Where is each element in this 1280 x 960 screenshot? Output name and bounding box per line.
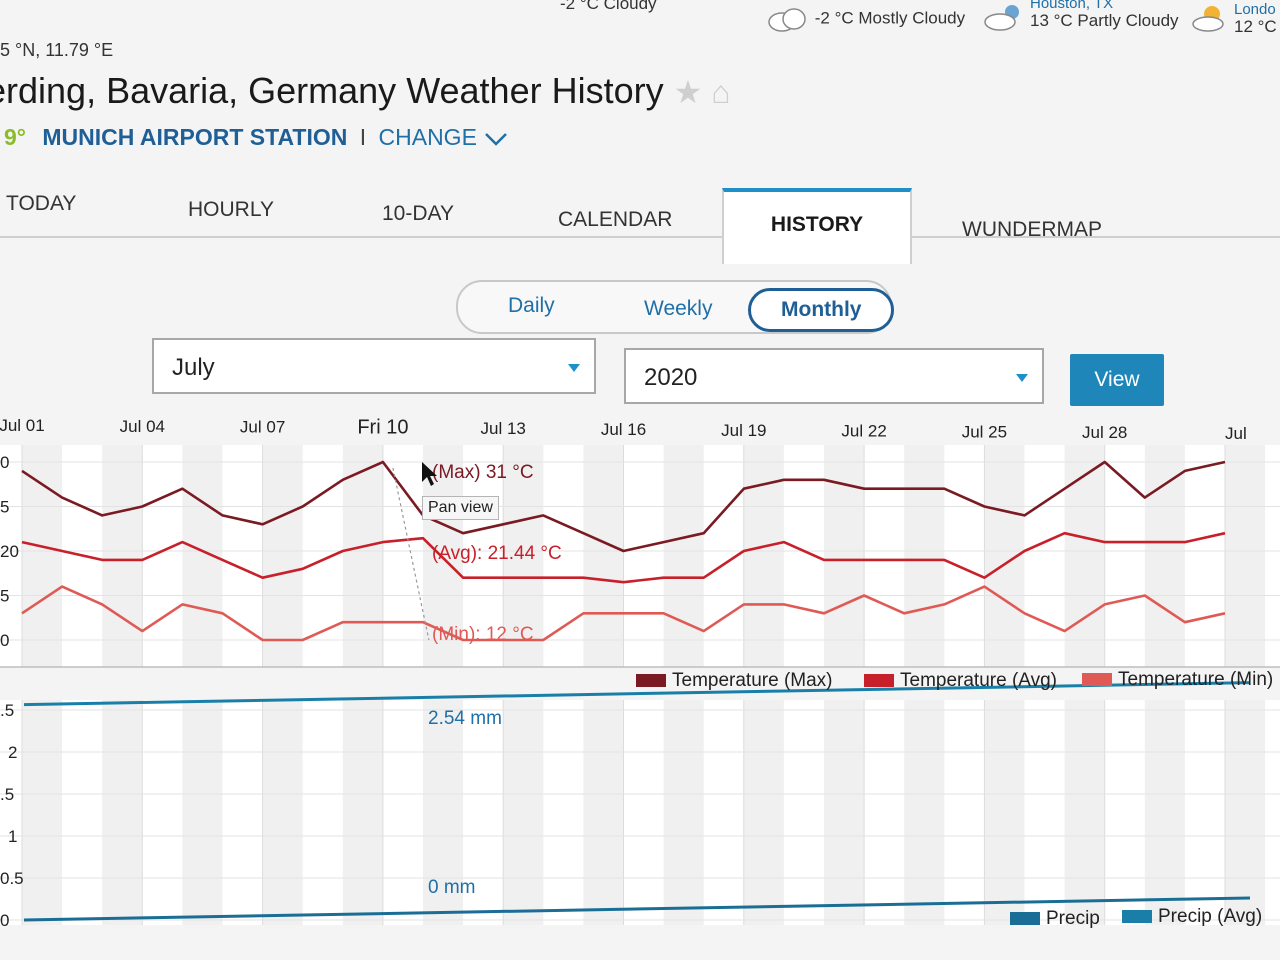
grid-band [1064, 445, 1105, 667]
legend-item-avg[interactable]: Temperature (Avg) [864, 670, 1057, 692]
y-tick-label: 20 [0, 542, 19, 561]
grid-band [22, 445, 63, 667]
legend-swatch [1082, 673, 1112, 687]
y-tick-label: 0 [0, 453, 9, 472]
grid-band [22, 700, 63, 925]
legend-swatch [1010, 912, 1040, 926]
history-charts[interactable]: Jul 01 Jul 04 Jul 07 Fri 10 Jul 13 Jul 16 Jul … [0, 0, 1280, 960]
grid-band [182, 700, 223, 925]
grid-band [663, 700, 704, 925]
grid-band [663, 445, 704, 667]
y-tick-label: 5 [0, 587, 9, 606]
y-tick-label: 0.5 [0, 869, 24, 888]
legend-label: Temperature (Min) [1118, 669, 1274, 690]
grid-band [824, 700, 865, 925]
grid-band [743, 445, 784, 667]
grid-band [984, 700, 1025, 925]
y-tick-label: .5 [0, 785, 14, 804]
x-tick-label: Jul 04 [120, 417, 165, 436]
grid-band [1225, 700, 1266, 925]
x-tick-label: Jul 28 [1082, 423, 1127, 442]
data-annotation: (Max) 31 °C [432, 462, 534, 483]
grid-band [1144, 445, 1185, 667]
x-tick-label: Jul 19 [721, 421, 766, 440]
grid-band [904, 700, 945, 925]
data-annotation: 2.54 mm [428, 708, 502, 729]
x-tick-label: Jul 25 [962, 422, 1007, 441]
y-tick-label: 1 [8, 827, 17, 846]
x-tick-label: Jul [1225, 424, 1247, 443]
x-tick-label: Jul 13 [481, 419, 526, 438]
grid-band [503, 700, 544, 925]
grid-band [1225, 445, 1266, 667]
data-annotation: (Min): 12 °C [432, 624, 534, 645]
data-annotation: (Avg): 21.44 °C [432, 543, 562, 564]
grid-band [262, 445, 303, 667]
grid-band [1144, 700, 1185, 925]
legend-swatch [1122, 910, 1152, 924]
legend-label: Precip (Avg) [1158, 906, 1263, 927]
legend-swatch [636, 674, 666, 688]
legend-item-precip[interactable]: Precip [1010, 908, 1100, 930]
y-tick-label: 0 [0, 911, 9, 930]
grid-band [1064, 700, 1105, 925]
x-tick-label: Jul 16 [601, 420, 646, 439]
grid-band [583, 700, 624, 925]
data-annotation: 0 mm [428, 877, 476, 898]
y-tick-label: .5 [0, 701, 14, 720]
y-tick-label: 2 [8, 743, 17, 762]
grid-band [342, 700, 383, 925]
legend-item-max[interactable]: Temperature (Max) [636, 670, 833, 692]
pan-view-tooltip: Pan view [422, 496, 499, 520]
legend-label: Precip [1046, 908, 1100, 929]
y-tick-label: 5 [0, 498, 9, 517]
legend-label: Temperature (Max) [672, 670, 833, 691]
grid-band [583, 445, 624, 667]
grid-band [904, 445, 945, 667]
grid-band [824, 445, 865, 667]
x-tick-label: Fri 10 [357, 416, 408, 438]
legend-swatch [864, 674, 894, 688]
grid-band [102, 700, 143, 925]
grid-band [102, 445, 143, 667]
x-tick-label: Jul 22 [841, 422, 886, 441]
legend-item-min[interactable]: Temperature (Min) [1082, 669, 1273, 691]
legend-item-precip-avg[interactable]: Precip (Avg) [1122, 906, 1262, 928]
x-tick-label: Jul 01 [0, 416, 45, 435]
legend-label: Temperature (Avg) [900, 670, 1057, 691]
grid-band [262, 700, 303, 925]
x-tick-label: Jul 07 [240, 418, 285, 437]
y-tick-label: 0 [0, 631, 9, 650]
grid-band [743, 700, 784, 925]
